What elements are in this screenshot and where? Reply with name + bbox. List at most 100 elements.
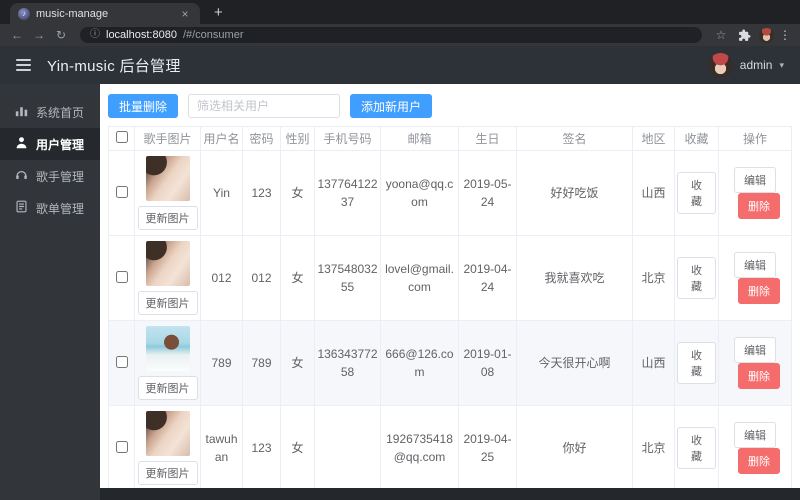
reload-icon[interactable]: ↻	[52, 28, 70, 42]
column-header: 手机号码	[314, 126, 381, 151]
cell-region: 北京	[632, 235, 675, 321]
column-header: 性别	[280, 126, 315, 151]
select-all-cell	[108, 126, 135, 151]
cell-email: 1926735418@qq.com	[380, 405, 459, 488]
cell-username: tawuhan	[200, 405, 243, 488]
cell-username: Yin	[200, 150, 243, 236]
row-checkbox[interactable]	[115, 440, 128, 453]
update-image-button[interactable]: 更新图片	[137, 291, 198, 315]
delete-button[interactable]: 删除	[738, 363, 780, 389]
cell-phone	[314, 405, 381, 488]
user-photo	[145, 411, 190, 456]
table-row: 更新图片 789 789 女 13634377258 666@126.com 2019-01…	[108, 320, 792, 406]
cell-username: 789	[200, 320, 243, 406]
new-tab-button[interactable]: +	[214, 4, 223, 24]
chart-icon	[15, 104, 28, 120]
user-avatar[interactable]	[707, 52, 733, 78]
cell-gender: 女	[280, 320, 315, 406]
tab-title: music-manage	[36, 7, 109, 20]
chevron-down-icon: ▾	[779, 59, 784, 70]
table-row: 更新图片 Yin 123 女 13776412237 yoona@qq.com 2019-0…	[108, 150, 792, 236]
cell-birthday: 2019-04-24	[458, 235, 517, 321]
actions-cell: 编辑删除	[718, 320, 792, 406]
sidebar-item-2[interactable]: 歌手管理	[0, 160, 100, 192]
sidebar-item-3[interactable]: 歌单管理	[0, 192, 100, 224]
delete-button[interactable]: 删除	[738, 193, 780, 219]
app-title: Yin-music 后台管理	[47, 57, 181, 75]
cell-birthday: 2019-01-08	[458, 320, 517, 406]
sidebar-item-label: 系统首页	[36, 105, 85, 120]
cell-email: 666@126.com	[380, 320, 459, 406]
cell-region: 山西	[632, 150, 675, 236]
browser-toolbar: ← → ↻ ⓘ localhost:8080 /#/consumer ☆ ⋮	[0, 24, 800, 46]
cell-signature: 今天很开心啊	[516, 320, 633, 406]
cell-signature: 我就喜欢吃	[516, 235, 633, 321]
browser-tab[interactable]: ♪ music-manage ×	[10, 3, 200, 24]
row-checkbox[interactable]	[115, 270, 128, 283]
url-host: localhost:8080	[106, 29, 177, 41]
cell-password: 789	[242, 320, 281, 406]
row-select-cell	[108, 320, 135, 406]
photo-cell: 更新图片	[134, 320, 201, 406]
favorite-cell: 收藏	[674, 235, 719, 321]
column-header: 签名	[516, 126, 633, 151]
user-photo	[145, 156, 190, 201]
site-info-icon[interactable]: ⓘ	[90, 27, 100, 43]
cell-gender: 女	[280, 405, 315, 488]
add-user-button[interactable]: 添加新用户	[350, 94, 433, 118]
cell-email: yoona@qq.com	[380, 150, 459, 236]
app-body: 系统首页用户管理歌手管理歌单管理 批量删除 添加新用户 歌手图片用户名密码性别手…	[0, 84, 800, 500]
delete-button[interactable]: 删除	[738, 278, 780, 304]
update-image-button[interactable]: 更新图片	[137, 206, 198, 230]
photo-cell: 更新图片	[134, 235, 201, 321]
browser-tab-bar: ♪ music-manage × +	[0, 0, 800, 24]
cell-birthday: 2019-04-25	[458, 405, 517, 488]
edit-button[interactable]: 编辑	[734, 167, 776, 193]
sidebar: 系统首页用户管理 歌手管理 歌单管理	[0, 84, 100, 500]
row-checkbox[interactable]	[115, 185, 128, 198]
edit-button[interactable]: 编辑	[734, 252, 776, 278]
tab-close-icon[interactable]: ×	[178, 7, 192, 21]
browser-menu-icon[interactable]: ⋮	[778, 28, 792, 42]
forward-icon[interactable]: →	[30, 28, 48, 42]
actions-cell: 编辑删除	[718, 150, 792, 236]
favicon-icon: ♪	[18, 7, 30, 20]
edit-button[interactable]: 编辑	[734, 422, 776, 448]
favorite-button[interactable]: 收藏	[677, 257, 716, 299]
delete-button[interactable]: 删除	[738, 448, 780, 474]
sidebar-item-0[interactable]: 系统首页	[0, 96, 100, 128]
table-row: 更新图片 012 012 女 13754803255 lovel@gmail.com 201…	[108, 235, 792, 321]
actions-cell: 编辑删除	[718, 405, 792, 488]
extensions-icon[interactable]	[738, 29, 751, 42]
row-select-cell	[108, 150, 135, 236]
row-select-cell	[108, 235, 135, 321]
user-menu[interactable]: admin ▾	[707, 52, 784, 78]
update-image-button[interactable]: 更新图片	[137, 376, 198, 400]
favorite-button[interactable]: 收藏	[677, 172, 716, 214]
photo-cell: 更新图片	[134, 405, 201, 488]
browser-profile-avatar[interactable]	[759, 27, 774, 43]
favorite-button[interactable]: 收藏	[677, 342, 716, 384]
user-photo	[145, 326, 190, 371]
update-image-button[interactable]: 更新图片	[137, 461, 198, 485]
sidebar-item-1[interactable]: 用户管理	[0, 128, 100, 160]
select-all-checkbox[interactable]	[115, 131, 128, 143]
address-bar[interactable]: ⓘ localhost:8080 /#/consumer	[80, 27, 702, 43]
back-icon[interactable]: ←	[8, 28, 26, 42]
bookmark-icon[interactable]: ☆	[712, 28, 730, 42]
cell-phone: 13754803255	[314, 235, 381, 321]
users-table: 歌手图片 用户名 密码 性别 手机号码 邮箱 生日 签名 地区 收藏 操作 更新图片 Yin 123 女 1…	[108, 126, 792, 488]
edit-button[interactable]: 编辑	[734, 337, 776, 363]
favorite-cell: 收藏	[674, 405, 719, 488]
user-photo	[145, 241, 190, 286]
cell-gender: 女	[280, 235, 315, 321]
cell-phone: 13634377258	[314, 320, 381, 406]
batch-delete-button[interactable]: 批量删除	[108, 94, 179, 118]
cell-region: 山西	[632, 320, 675, 406]
cell-username: 012	[200, 235, 243, 321]
row-checkbox[interactable]	[115, 355, 128, 368]
hamburger-menu-icon[interactable]	[16, 59, 31, 71]
cell-phone: 13776412237	[314, 150, 381, 236]
favorite-button[interactable]: 收藏	[677, 427, 716, 469]
search-input[interactable]	[188, 94, 341, 118]
